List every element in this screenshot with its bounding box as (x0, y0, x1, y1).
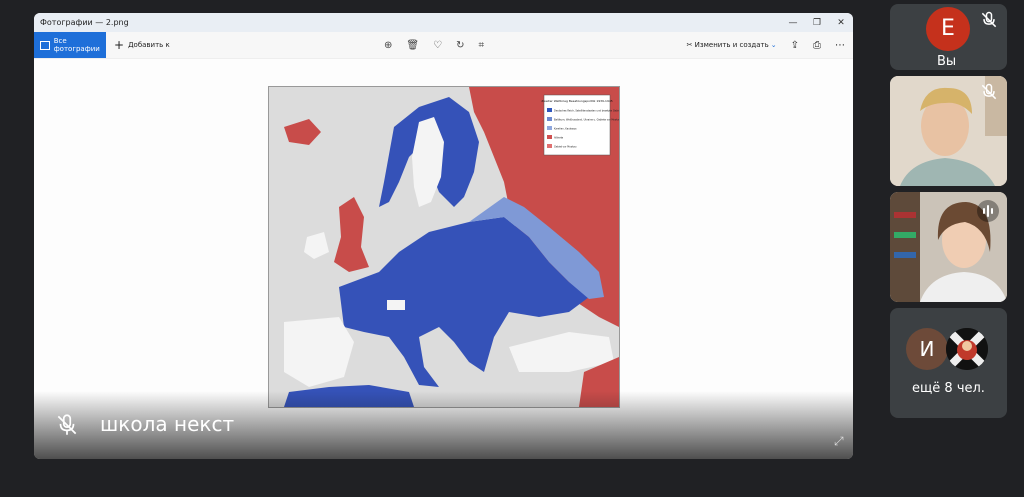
legend-swatch (547, 108, 552, 112)
expand-icon[interactable]: ⤢ (834, 434, 844, 449)
presentation-tile[interactable]: Фотографии — 2.png — ❐ ✕ Все фотографии … (34, 13, 853, 459)
more-participants-label: ещё 8 чел. (912, 381, 985, 396)
iberia-region (284, 317, 354, 387)
presenter-name: школа некст (100, 412, 235, 436)
mic-off-icon (981, 11, 997, 28)
photos-toolbar: Все фотографии + Добавить к ⊕ 🗑 ♡ ↻ ⌗ ✂ … (34, 32, 853, 59)
maximize-icon[interactable]: ❐ (805, 18, 829, 28)
legend-label: Alliierte (554, 137, 564, 140)
legend-label: Gebiet vor Moskau (554, 146, 577, 149)
speaking-indicator-icon (977, 200, 999, 222)
participant-name: Вы (937, 54, 957, 69)
window-titlebar: Фотографии — 2.png — ❐ ✕ (34, 13, 853, 32)
edit-tools: ✂ Изменить и создать ⌄ ⇪ ⎙ ⋯ (687, 32, 845, 58)
close-icon[interactable]: ✕ (829, 18, 853, 28)
legend-swatch (547, 144, 552, 148)
chevron-down-icon: ⌄ (770, 41, 777, 49)
all-photos-label: Все фотографии (53, 37, 100, 53)
legend-swatch (547, 135, 552, 139)
legend-label: Baltikum, Weißrussland, Ukraine u. Gebie… (554, 119, 619, 122)
avatar: E (926, 7, 970, 51)
legend-label: Deutsches Reich, Satellitenstaaten und b… (554, 110, 619, 113)
share-icon[interactable]: ⇪ (791, 40, 799, 51)
add-to-label: Добавить к (128, 41, 170, 49)
print-icon[interactable]: ⎙ (813, 40, 821, 51)
europe-map-svg: Zweiter Weltkrieg Besatzungspolitik 1939… (269, 87, 619, 407)
legend-swatch (547, 126, 552, 130)
rotate-icon[interactable]: ↻ (456, 40, 464, 51)
avatar: И (906, 328, 948, 370)
plus-icon: + (114, 38, 125, 52)
favorite-icon[interactable]: ♡ (433, 40, 442, 51)
zoom-icon[interactable]: ⊕ (384, 40, 392, 51)
mic-off-icon (981, 83, 997, 100)
edit-create-label: Изменить и создать (694, 41, 769, 49)
legend-label: Karelien, Kaukasus (554, 128, 577, 131)
delete-icon[interactable]: 🗑 (406, 40, 419, 51)
participant-tile-video-2[interactable] (890, 192, 1007, 302)
add-to-button[interactable]: + Добавить к (114, 39, 170, 51)
legend-swatch (547, 117, 552, 121)
crop-icon[interactable]: ⌗ (478, 40, 484, 51)
participant-tile-you[interactable]: E Вы (890, 4, 1007, 70)
map-legend-title: Zweiter Weltkrieg Besatzungspolitik 1939… (541, 99, 612, 103)
more-icon[interactable]: ⋯ (835, 40, 845, 51)
avatar-image (946, 328, 988, 370)
switzerland-region (387, 300, 405, 310)
more-participants-tile[interactable]: И ещё 8 чел. (890, 308, 1007, 418)
photos-icon (40, 40, 50, 50)
edit-icon: ✂ (686, 41, 693, 49)
edit-create-button[interactable]: ✂ Изменить и создать ⌄ (687, 41, 777, 49)
all-photos-button[interactable]: Все фотографии (34, 32, 106, 58)
participant-tile-video-1[interactable] (890, 76, 1007, 186)
minimize-icon[interactable]: — (781, 18, 805, 28)
view-tools: ⊕ 🗑 ♡ ↻ ⌗ (384, 32, 484, 58)
window-title: Фотографии — 2.png (40, 18, 129, 27)
mic-off-icon (57, 414, 77, 435)
europe-map-image: Zweiter Weltkrieg Besatzungspolitik 1939… (268, 86, 620, 408)
